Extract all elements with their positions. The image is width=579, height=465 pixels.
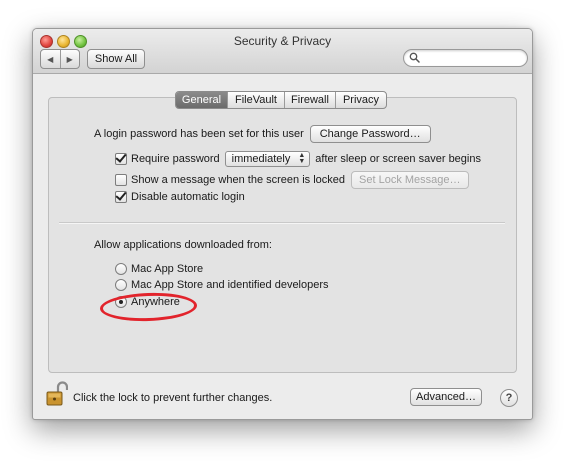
tab-filevault[interactable]: FileVault <box>227 92 284 108</box>
back-button[interactable]: ◀ <box>41 50 60 68</box>
disable-auto-login-label: Disable automatic login <box>131 191 245 203</box>
require-password-checkbox[interactable] <box>115 153 127 165</box>
advanced-button[interactable]: Advanced… <box>410 388 482 406</box>
radio-identified-developers-row[interactable]: Mac App Store and identified developers <box>115 279 329 291</box>
require-password-delay-value: immediately <box>231 153 291 165</box>
disable-auto-login-row: Disable automatic login <box>115 191 245 203</box>
radio-mac-app-store-row[interactable]: Mac App Store <box>115 263 203 275</box>
login-password-text: A login password has been set for this u… <box>94 128 304 140</box>
show-message-row: Show a message when the screen is locked… <box>115 171 469 189</box>
stepper-arrows-icon: ▲ ▼ <box>298 152 306 165</box>
search-field[interactable] <box>403 49 528 67</box>
security-privacy-window: Security & Privacy ◀ ▶ Show All General … <box>32 28 533 420</box>
search-icon <box>409 52 420 63</box>
require-password-label: Require password <box>131 153 220 165</box>
require-password-delay-select[interactable]: immediately ▲ ▼ <box>224 151 311 167</box>
unlocked-padlock-icon[interactable] <box>46 381 68 407</box>
show-all-button[interactable]: Show All <box>87 49 145 69</box>
help-button[interactable]: ? <box>500 389 518 407</box>
radio-mac-app-store-label: Mac App Store <box>131 263 204 275</box>
window-title: Security & Privacy <box>233 34 332 48</box>
radio-identified-developers[interactable] <box>115 279 127 291</box>
tab-firewall[interactable]: Firewall <box>284 92 335 108</box>
radio-identified-developers-label: Mac App Store and identified developers <box>131 279 329 291</box>
lock-message-row: Click the lock to prevent further change… <box>73 392 272 404</box>
allow-apps-label: Allow applications downloaded from: <box>94 239 272 251</box>
set-lock-message-button[interactable]: Set Lock Message… <box>351 171 469 189</box>
back-forward-group: ◀ ▶ <box>40 49 80 69</box>
show-message-label: Show a message when the screen is locked <box>131 174 346 186</box>
tab-bar: General FileVault Firewall Privacy <box>175 91 387 109</box>
back-arrow-icon: ◀ <box>47 54 54 64</box>
login-password-row: A login password has been set for this u… <box>94 125 431 143</box>
change-password-button[interactable]: Change Password… <box>309 125 431 143</box>
lock-message-text: Click the lock to prevent further change… <box>73 392 273 404</box>
tab-privacy[interactable]: Privacy <box>335 92 386 108</box>
help-question-icon: ? <box>505 392 513 404</box>
forward-arrow-icon: ▶ <box>66 54 73 64</box>
disable-auto-login-checkbox[interactable] <box>115 191 127 203</box>
require-password-row: Require password immediately ▲ ▼ after sl… <box>115 151 481 167</box>
tab-general[interactable]: General <box>176 92 227 108</box>
radio-mac-app-store[interactable] <box>115 263 127 275</box>
show-message-checkbox[interactable] <box>115 174 127 186</box>
section-divider <box>59 222 505 224</box>
forward-button[interactable]: ▶ <box>59 50 80 68</box>
require-password-suffix: after sleep or screen saver begins <box>315 153 481 165</box>
search-input[interactable] <box>422 51 520 63</box>
allow-apps-heading: Allow applications downloaded from: <box>94 239 272 251</box>
title-bar: Security & Privacy ◀ ▶ Show All <box>33 29 532 74</box>
